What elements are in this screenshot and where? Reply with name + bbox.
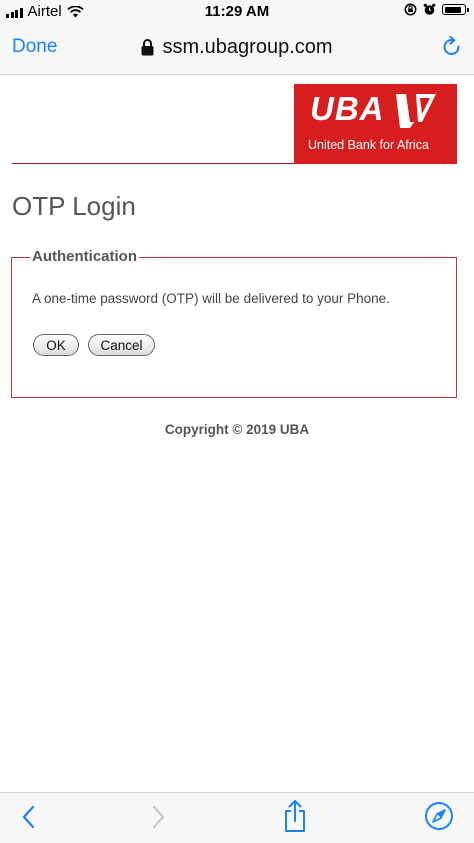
reload-icon	[443, 35, 460, 56]
forward-arrow-icon	[152, 805, 165, 829]
lock-icon	[141, 39, 154, 56]
logo-text: UBA	[310, 90, 385, 127]
copyright-text: Copyright © 2019 UBA	[164, 422, 310, 437]
uba-mark-icon	[396, 94, 436, 128]
back-arrow-icon	[22, 805, 35, 829]
compass-icon	[425, 802, 453, 830]
status-right	[404, 3, 469, 16]
browser-toolbar	[0, 792, 474, 843]
alarm-icon	[423, 3, 436, 15]
share-button[interactable]	[283, 799, 307, 838]
address-bar[interactable]: ssm.ubagroup.com	[0, 36, 474, 59]
fieldset-legend: Authentication	[30, 248, 139, 265]
url-text: ssm.ubagroup.com	[162, 36, 333, 58]
header-divider	[12, 163, 294, 164]
cancel-button[interactable]: Cancel	[88, 334, 155, 356]
browser-header: Done ssm.ubagroup.com	[0, 24, 474, 75]
battery-fill	[444, 6, 462, 13]
battery-icon	[442, 4, 469, 15]
ok-button[interactable]: OK	[33, 334, 79, 356]
uba-logo: UBA United Bank for Africa	[294, 84, 457, 164]
share-icon	[285, 800, 305, 832]
forward-button[interactable]	[147, 803, 169, 836]
status-time: 11:29 AM	[204, 3, 270, 20]
logo-tagline: United Bank for Africa	[308, 138, 429, 152]
page-title: OTP Login	[12, 191, 136, 221]
orientation-lock-icon	[404, 3, 417, 16]
otp-message: A one-time password (OTP) will be delive…	[32, 291, 390, 306]
open-in-safari-button[interactable]	[424, 801, 454, 836]
reload-button[interactable]	[442, 35, 462, 63]
status-bar: Airtel 11:29 AM	[0, 0, 474, 24]
back-button[interactable]	[18, 803, 40, 836]
authentication-fieldset: Authentication A one-time password (OTP)…	[11, 248, 457, 398]
